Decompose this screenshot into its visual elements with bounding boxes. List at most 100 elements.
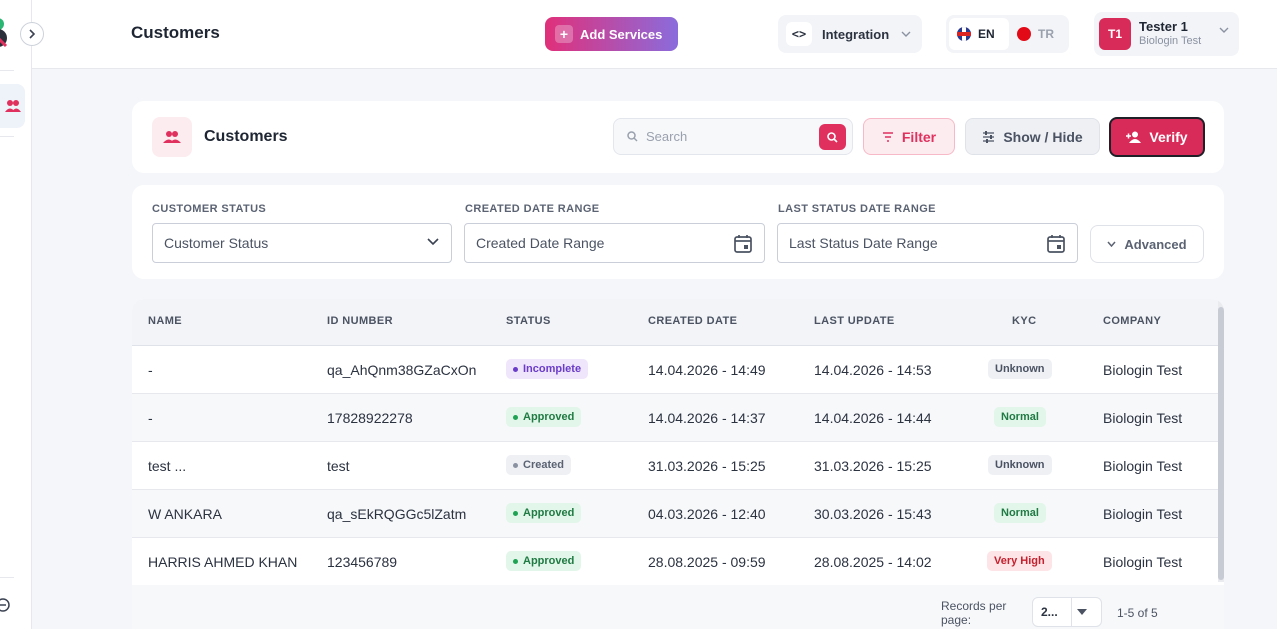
status-badge: Approved [506,503,582,523]
lang-tr-option[interactable]: TR [1009,18,1062,50]
kyc-badge: Normal [994,503,1046,523]
customers-table: NAME ID NUMBER STATUS CREATED DATE LAST … [132,299,1224,629]
status-label: Created [523,459,564,471]
created-date-range-value: Created Date Range [476,235,605,251]
column-header-id-number[interactable]: ID NUMBER [327,315,393,327]
add-services-label: Add Services [580,26,663,42]
customer-status-value: Customer Status [164,235,269,251]
show-hide-button[interactable]: Show / Hide [965,118,1100,155]
records-per-page-select[interactable]: 2... [1032,597,1102,627]
search-icon [627,131,638,142]
customers-toolbar: Customers Filter Show / Hide Verify [132,101,1224,173]
page-title: Customers [131,23,220,42]
lang-tr-label: TR [1038,27,1054,41]
users-icon [4,100,21,112]
add-services-button[interactable]: + Add Services [545,17,678,51]
cell-created-date: 31.03.2026 - 15:25 [648,458,766,474]
scrollbar-thumb[interactable] [1218,307,1224,580]
last-status-date-range-value: Last Status Date Range [789,235,938,251]
column-header-kyc[interactable]: KYC [1012,315,1036,327]
verify-button[interactable]: Verify [1109,117,1205,157]
records-per-page-value: 2... [1041,605,1058,619]
sidebar-divider [0,577,14,578]
pagination-range: 1-5 of 5 [1117,606,1158,620]
sidebar-divider [0,70,14,71]
status-badge: Approved [506,551,582,571]
calendar-icon[interactable] [1047,234,1065,253]
support-icon[interactable] [0,596,10,614]
chevron-down-icon [427,238,439,246]
status-dot-icon [513,558,518,564]
users-icon [163,131,181,143]
table-scrollbar[interactable] [1218,299,1224,582]
search-icon [827,131,838,143]
table-row[interactable]: - qa_AhQnm38GZaCxOn Incomplete 14.04.202… [132,346,1218,394]
user-menu[interactable]: T1 Tester 1 Biologin Test [1094,12,1239,56]
cell-id-number: 123456789 [327,554,398,570]
status-label: Approved [523,507,575,519]
created-date-range-field[interactable]: Created Date Range [464,223,765,263]
column-header-created-date[interactable]: CREATED DATE [648,315,737,327]
kyc-badge: Unknown [988,455,1052,475]
status-dot-icon [513,414,518,420]
created-date-range-label: CREATED DATE RANGE [465,203,600,215]
status-dot-icon [513,366,518,372]
column-header-last-update[interactable]: LAST UPDATE [814,315,895,327]
cell-created-date: 04.03.2026 - 12:40 [648,506,766,522]
language-switcher: EN TR [946,15,1069,53]
cell-company: Biologin Test [1103,506,1183,522]
chevron-down-icon [901,31,911,37]
last-status-date-range-label: LAST STATUS DATE RANGE [778,203,936,215]
status-dot-icon [513,462,518,468]
calendar-icon[interactable] [734,234,752,253]
customer-status-select[interactable]: Customer Status [152,223,452,263]
status-dot-icon [513,510,518,516]
select-divider [1071,598,1072,626]
cell-name: HARRIS AHMED KHAN [148,554,298,570]
column-header-status[interactable]: STATUS [506,315,551,327]
search-input[interactable] [646,129,806,144]
show-hide-label: Show / Hide [1003,128,1083,145]
table-footer: Records per page: 2... 1-5 of 5 [132,585,1224,629]
column-header-company[interactable]: COMPANY [1103,315,1161,327]
kyc-badge: Unknown [988,359,1052,379]
table-row[interactable]: - 17828922278 Approved 14.04.2026 - 14:3… [132,394,1218,442]
code-icon: <> [786,22,812,46]
advanced-label: Advanced [1124,236,1187,252]
cell-company: Biologin Test [1103,410,1183,426]
status-badge: Approved [506,407,582,427]
cell-last-update: 14.04.2026 - 14:44 [814,410,932,426]
filter-label: Filter [901,128,937,145]
last-status-date-range-field[interactable]: Last Status Date Range [777,223,1078,263]
sidebar-item-customers[interactable] [0,84,25,128]
table-row[interactable]: test ... test Created 31.03.2026 - 15:25… [132,442,1218,490]
filters-panel: CUSTOMER STATUS Customer Status CREATED … [132,185,1224,279]
customer-status-label: CUSTOMER STATUS [152,203,267,215]
caret-down-icon [1077,609,1087,615]
search-box [613,118,853,155]
lang-en-option[interactable]: EN [949,18,1009,50]
cell-id-number: qa_AhQnm38GZaCxOn [327,362,477,378]
filter-button[interactable]: Filter [863,118,955,155]
cell-created-date: 28.08.2025 - 09:59 [648,554,766,570]
advanced-button[interactable]: Advanced [1090,225,1204,263]
status-label: Approved [523,555,575,567]
cell-id-number: qa_sEkRQGGc5lZatm [327,506,467,522]
column-header-name[interactable]: NAME [148,315,182,327]
integration-dropdown[interactable]: <> Integration [778,15,922,53]
cell-name: W ANKARA [148,506,222,522]
sidebar-toggle-button[interactable] [20,22,44,46]
cell-company: Biologin Test [1103,554,1183,570]
user-name: Tester 1 [1139,19,1188,34]
verify-label: Verify [1149,129,1188,145]
search-button[interactable] [819,124,846,150]
cell-last-update: 31.03.2026 - 15:25 [814,458,932,474]
kyc-badge: Normal [994,407,1046,427]
table-row[interactable]: HARRIS AHMED KHAN 123456789 Approved 28.… [132,538,1218,586]
avatar: T1 [1099,18,1131,50]
cell-created-date: 14.04.2026 - 14:49 [648,362,766,378]
cell-id-number: 17828922278 [327,410,413,426]
cell-company: Biologin Test [1103,362,1183,378]
chevron-down-icon [1219,27,1229,33]
table-row[interactable]: W ANKARA qa_sEkRQGGc5lZatm Approved 04.0… [132,490,1218,538]
